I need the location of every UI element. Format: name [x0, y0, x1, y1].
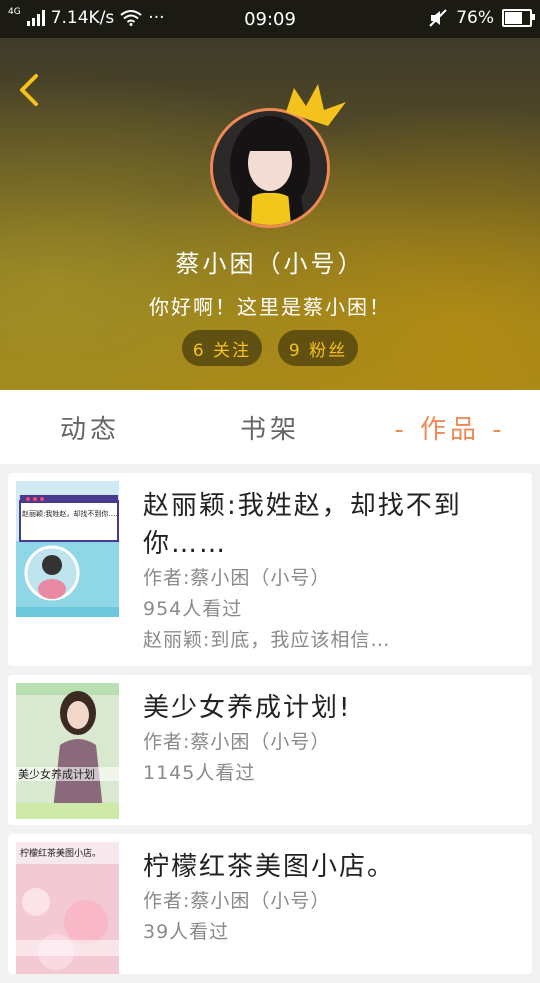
list-item[interactable]: 柠檬红茶美图小店。 柠檬红茶美图小店。 作者:蔡小困（小号） 39人看过	[8, 834, 532, 974]
work-excerpt: 赵丽颖:到底，我应该相信…	[143, 629, 391, 651]
work-cover: 柠檬红茶美图小店。	[16, 842, 119, 974]
list-item[interactable]: 赵丽颖:我姓赵，却找不到你…… 赵丽颖:我姓赵，却找不到你…… 作者:蔡小困（小…	[8, 473, 532, 666]
mute-icon	[429, 9, 447, 27]
cover-text: 赵丽颖:我姓赵，却找不到你……	[22, 509, 119, 518]
cover-text: 柠檬红茶美图小店。	[20, 847, 101, 859]
crown-icon	[286, 84, 346, 126]
followers-count-button[interactable]: 9 粉丝	[278, 330, 358, 366]
work-views: 1145人看过	[143, 762, 256, 784]
status-bar: 4G 7.14K/s ··· 09:09 76%	[0, 0, 540, 38]
tab-dynamics[interactable]: 动态	[0, 409, 180, 446]
battery-percent: 76%	[456, 8, 494, 28]
works-list: 赵丽颖:我姓赵，却找不到你…… 赵丽颖:我姓赵，却找不到你…… 作者:蔡小困（小…	[8, 473, 532, 983]
work-cover: 赵丽颖:我姓赵，却找不到你……	[16, 481, 119, 617]
profile-name: 蔡小困（小号）	[175, 250, 365, 278]
tab-bookshelf[interactable]: 书架	[180, 409, 360, 446]
work-title: 美少女养成计划!	[143, 693, 352, 723]
work-title: 柠檬红茶美图小店。	[143, 852, 396, 882]
profile-tabs: 动态 书架 - 作品 -	[0, 390, 540, 464]
work-views: 39人看过	[143, 921, 230, 943]
cover-text: 美少女养成计划	[18, 767, 95, 781]
battery-icon	[502, 9, 535, 27]
work-author: 作者:蔡小困（小号）	[143, 731, 331, 753]
work-author: 作者:蔡小困（小号）	[143, 567, 331, 589]
following-count-button[interactable]: 6 关注	[182, 330, 262, 366]
work-title: 赵丽颖:我姓赵，却找不到你……	[143, 491, 462, 559]
tab-works[interactable]: - 作品 -	[360, 409, 540, 446]
work-cover: 美少女养成计划	[16, 683, 119, 819]
profile-header: 蔡小困（小号） 你好啊！这里是蔡小困！ 6 关注 9 粉丝	[0, 38, 540, 390]
work-views: 954人看过	[143, 598, 243, 620]
back-arrow-icon[interactable]	[12, 70, 48, 110]
profile-bio: 你好啊！这里是蔡小困！	[149, 295, 391, 319]
list-item[interactable]: 美少女养成计划 美少女养成计划! 作者:蔡小困（小号） 1145人看过	[8, 675, 532, 825]
work-author: 作者:蔡小困（小号）	[143, 890, 331, 912]
